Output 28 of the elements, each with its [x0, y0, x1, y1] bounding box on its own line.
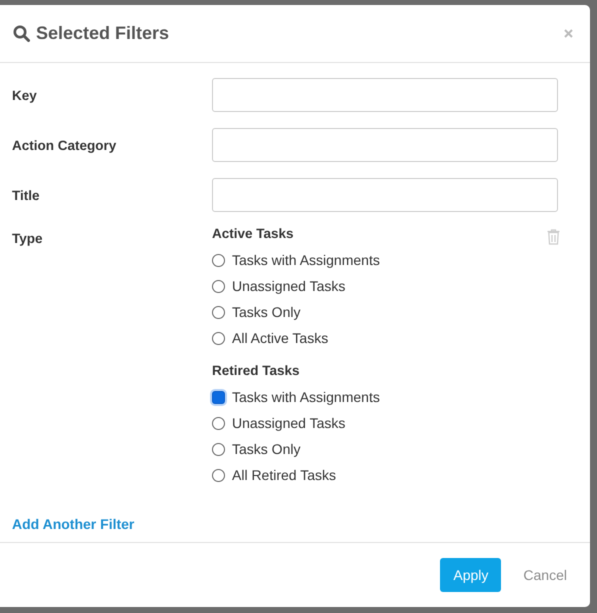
search-icon [13, 25, 30, 42]
option-label[interactable]: Tasks with Assignments [232, 252, 380, 268]
radio-button[interactable] [212, 254, 225, 266]
field-label: Title [12, 188, 41, 202]
dialog-title: Selected Filters [36, 23, 170, 44]
radio-button[interactable] [212, 468, 225, 482]
input-field[interactable] [212, 128, 558, 162]
radio-button[interactable] [212, 280, 225, 292]
radio-button[interactable] [212, 442, 225, 456]
field-label: Type [12, 230, 44, 246]
option-label[interactable]: Tasks with Assignments [232, 389, 380, 405]
radio-button[interactable] [212, 416, 225, 430]
option-label[interactable]: Unassigned Tasks [232, 278, 346, 294]
input-field[interactable] [212, 78, 558, 112]
field-label: Action Category [12, 138, 118, 152]
group-heading: Retired Tasks [212, 363, 301, 378]
group-heading: Active Tasks [212, 226, 295, 241]
option-label[interactable]: Tasks Only [232, 441, 300, 457]
radio-button[interactable] [212, 390, 225, 404]
add-filter-link[interactable]: Add Another Filter [12, 516, 134, 532]
option-label[interactable]: Tasks Only [232, 304, 300, 320]
radio-button[interactable] [212, 306, 225, 318]
radio-button[interactable] [212, 332, 225, 344]
input-field[interactable] [212, 178, 558, 212]
option-label[interactable]: All Active Tasks [232, 330, 328, 346]
field-label: Key [12, 88, 38, 102]
option-label[interactable]: All Retired Tasks [232, 467, 336, 483]
option-label[interactable]: Unassigned Tasks [232, 415, 346, 431]
